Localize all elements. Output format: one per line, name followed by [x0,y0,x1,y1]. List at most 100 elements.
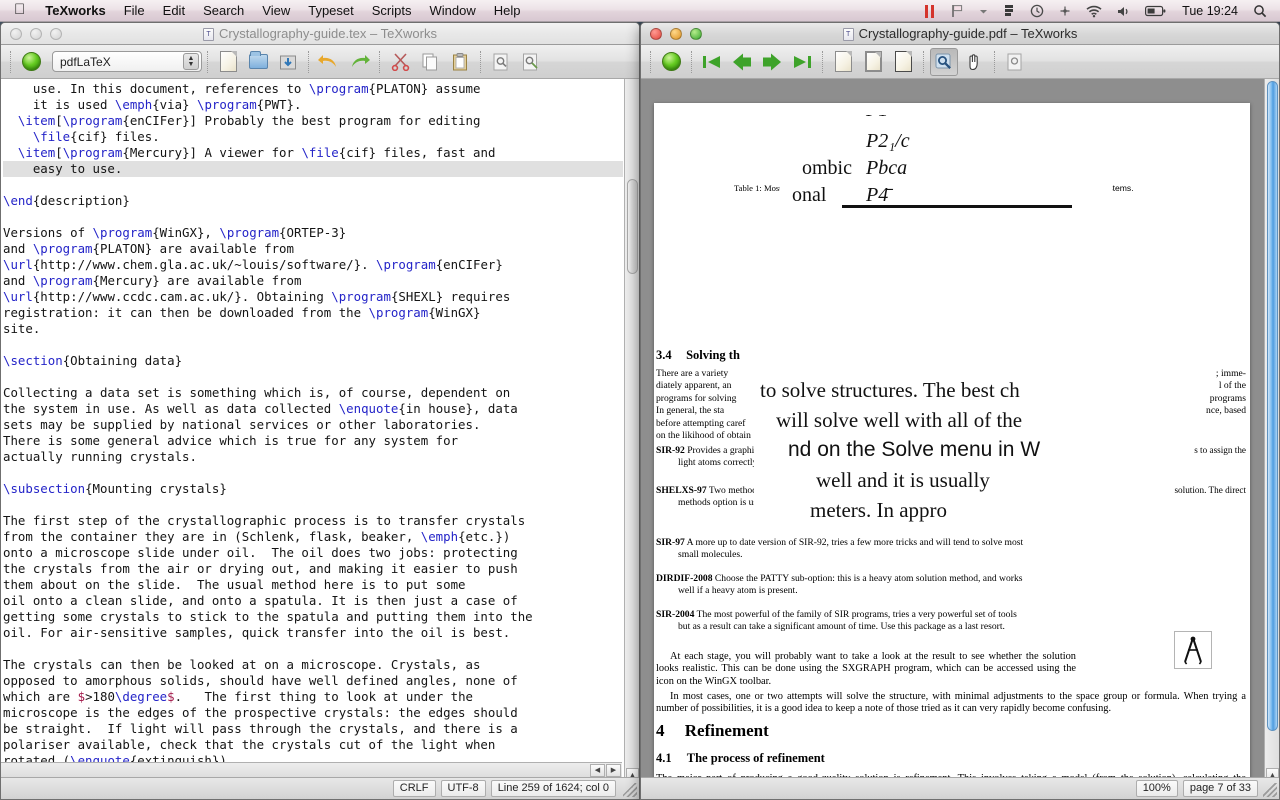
entry-shelxs-97-tail: solution. The direct [1174,485,1246,495]
fragment-line: There are a variety [656,368,751,380]
menu-app-name[interactable]: TeXworks [36,0,114,22]
menu-view[interactable]: View [253,0,299,22]
pause-icon[interactable] [916,5,943,18]
volume-icon[interactable] [1109,5,1138,18]
section-4-1-title: The process of refinement [687,751,825,765]
close-button[interactable] [10,28,22,40]
menu-bar-clock[interactable]: Tue 19:24 [1174,4,1246,18]
entry-sir-97: SIR-97 A more up to date version of SIR-… [656,537,1246,561]
hand-tool-button[interactable] [960,48,988,76]
editor-horizontal-scrollbar[interactable]: ◀ ▶ [1,762,622,777]
fit-width-button[interactable] [829,48,857,76]
editor-scroll-thumb[interactable] [627,179,638,274]
menu-file[interactable]: File [115,0,154,22]
menu-scripts[interactable]: Scripts [363,0,421,22]
fit-window-button[interactable] [859,48,887,76]
resize-grip[interactable] [623,783,637,797]
battery-charge-icon[interactable] [996,4,1023,18]
texworks-editor-window[interactable]: T Crystallography-guide.tex – TeXworks p… [0,22,640,800]
fragment-line: programs [1206,393,1246,405]
editor-text-area[interactable]: use. In this document, references to \pr… [1,79,637,799]
copy-button[interactable] [416,48,444,76]
menu-bar-status-items: Tue 19:24 [916,0,1274,22]
pdf-vertical-scrollbar[interactable]: ▲ ▼ [1264,79,1279,799]
open-file-button[interactable] [244,48,272,76]
fragment-line: diately apparent, an [656,380,751,392]
wifi-icon[interactable] [1079,5,1109,18]
magnifier-tool-button[interactable] [930,48,958,76]
next-page-button[interactable] [758,48,786,76]
first-page-button[interactable] [698,48,726,76]
menu-help[interactable]: Help [485,0,530,22]
lens-line-2: will solve well with all of the [776,407,1022,433]
actual-size-button[interactable] [889,48,917,76]
menu-edit[interactable]: Edit [154,0,194,22]
close-button[interactable] [650,28,662,40]
editor-toolbar[interactable]: pdfLaTeX ▲▼ [1,45,639,79]
section-4-title: Refinement [685,721,769,740]
new-file-button[interactable] [214,48,242,76]
minimize-button[interactable] [670,28,682,40]
menu-window[interactable]: Window [420,0,484,22]
encoding-indicator[interactable]: UTF-8 [441,780,486,797]
editor-window-controls[interactable] [1,28,62,40]
magnifier-lens-table[interactable]: P1 P2₁/c ombic Pbca onal P4̄ [780,115,1112,210]
zoom-button[interactable] [690,28,702,40]
copy-icon [420,52,440,72]
pdf-titlebar[interactable]: T Crystallography-guide.pdf – TeXworks [641,23,1279,45]
spotlight-search-icon[interactable] [1246,4,1274,18]
paste-button[interactable] [446,48,474,76]
lens-line-1: to solve structures. The best ch [760,377,1020,403]
scroll-right-button[interactable]: ▶ [606,764,621,777]
section-3-4-title: Solving th [686,348,740,362]
page-number-indicator[interactable]: page 7 of 33 [1183,780,1258,797]
pdf-scroll-thumb[interactable] [1267,81,1278,731]
replace-button[interactable] [517,48,545,76]
section-4-number: 4 [656,721,665,740]
chevron-updown-icon[interactable]: ▲▼ [183,53,199,70]
texworks-pdf-window[interactable]: T Crystallography-guide.pdf – TeXworks [640,22,1280,800]
redo-button[interactable] [345,48,373,76]
pdf-window-controls[interactable] [641,28,702,40]
flag-icon[interactable] [943,4,971,18]
chevron-down-icon[interactable] [971,6,996,17]
new-file-icon [220,51,237,72]
resize-grip[interactable] [1263,783,1277,797]
last-page-button[interactable] [788,48,816,76]
typeset-button[interactable] [657,48,685,76]
battery-icon[interactable] [1138,5,1174,17]
undo-button[interactable] [315,48,343,76]
pdf-toolbar[interactable] [641,45,1279,79]
compass-dividers-icon[interactable] [1174,631,1212,669]
minimize-button[interactable] [30,28,42,40]
typeset-engine-select[interactable]: pdfLaTeX ▲▼ [52,51,202,72]
zoom-level-indicator[interactable]: 100% [1136,780,1178,797]
airplay-icon[interactable] [1051,4,1079,18]
typeset-button[interactable] [17,48,45,76]
editor-titlebar[interactable]: T Crystallography-guide.tex – TeXworks [1,23,639,45]
zoom-button[interactable] [50,28,62,40]
line-ending-indicator[interactable]: CRLF [393,780,436,797]
scroll-left-button[interactable]: ◀ [590,764,605,777]
typeset-engine-value: pdfLaTeX [60,55,111,69]
save-file-button[interactable] [274,48,302,76]
entry-text: Choose the PATTY sub-option: this is a h… [715,573,1023,584]
pdf-viewport[interactable]: Table 1: Most comm ystems. P1 P2₁/c ombi… [641,79,1280,799]
section-4-1-number: 4.1 [656,751,672,765]
pdf-title-text: Crystallography-guide.pdf – TeXworks [859,26,1078,41]
fragment-line: In general, the sta [656,405,751,417]
cut-button[interactable] [386,48,414,76]
lens-line-5: meters. In appro [810,497,947,523]
timemachine-icon[interactable] [1023,4,1051,18]
last-page-icon [791,53,813,71]
editor-vertical-scrollbar[interactable]: ▲ ▼ [624,79,639,799]
menu-search[interactable]: Search [194,0,253,22]
go-to-source-button[interactable] [1001,48,1029,76]
latex-source-code[interactable]: use. In this document, references to \pr… [1,79,623,769]
pdf-page[interactable]: Table 1: Most comm ystems. P1 P2₁/c ombi… [654,103,1250,799]
previous-page-button[interactable] [728,48,756,76]
menu-typeset[interactable]: Typeset [299,0,363,22]
apple-logo-icon[interactable]:  [0,2,36,17]
find-button[interactable] [487,48,515,76]
magnifier-lens-main[interactable]: to solve structures. The best ch will so… [754,375,1114,523]
